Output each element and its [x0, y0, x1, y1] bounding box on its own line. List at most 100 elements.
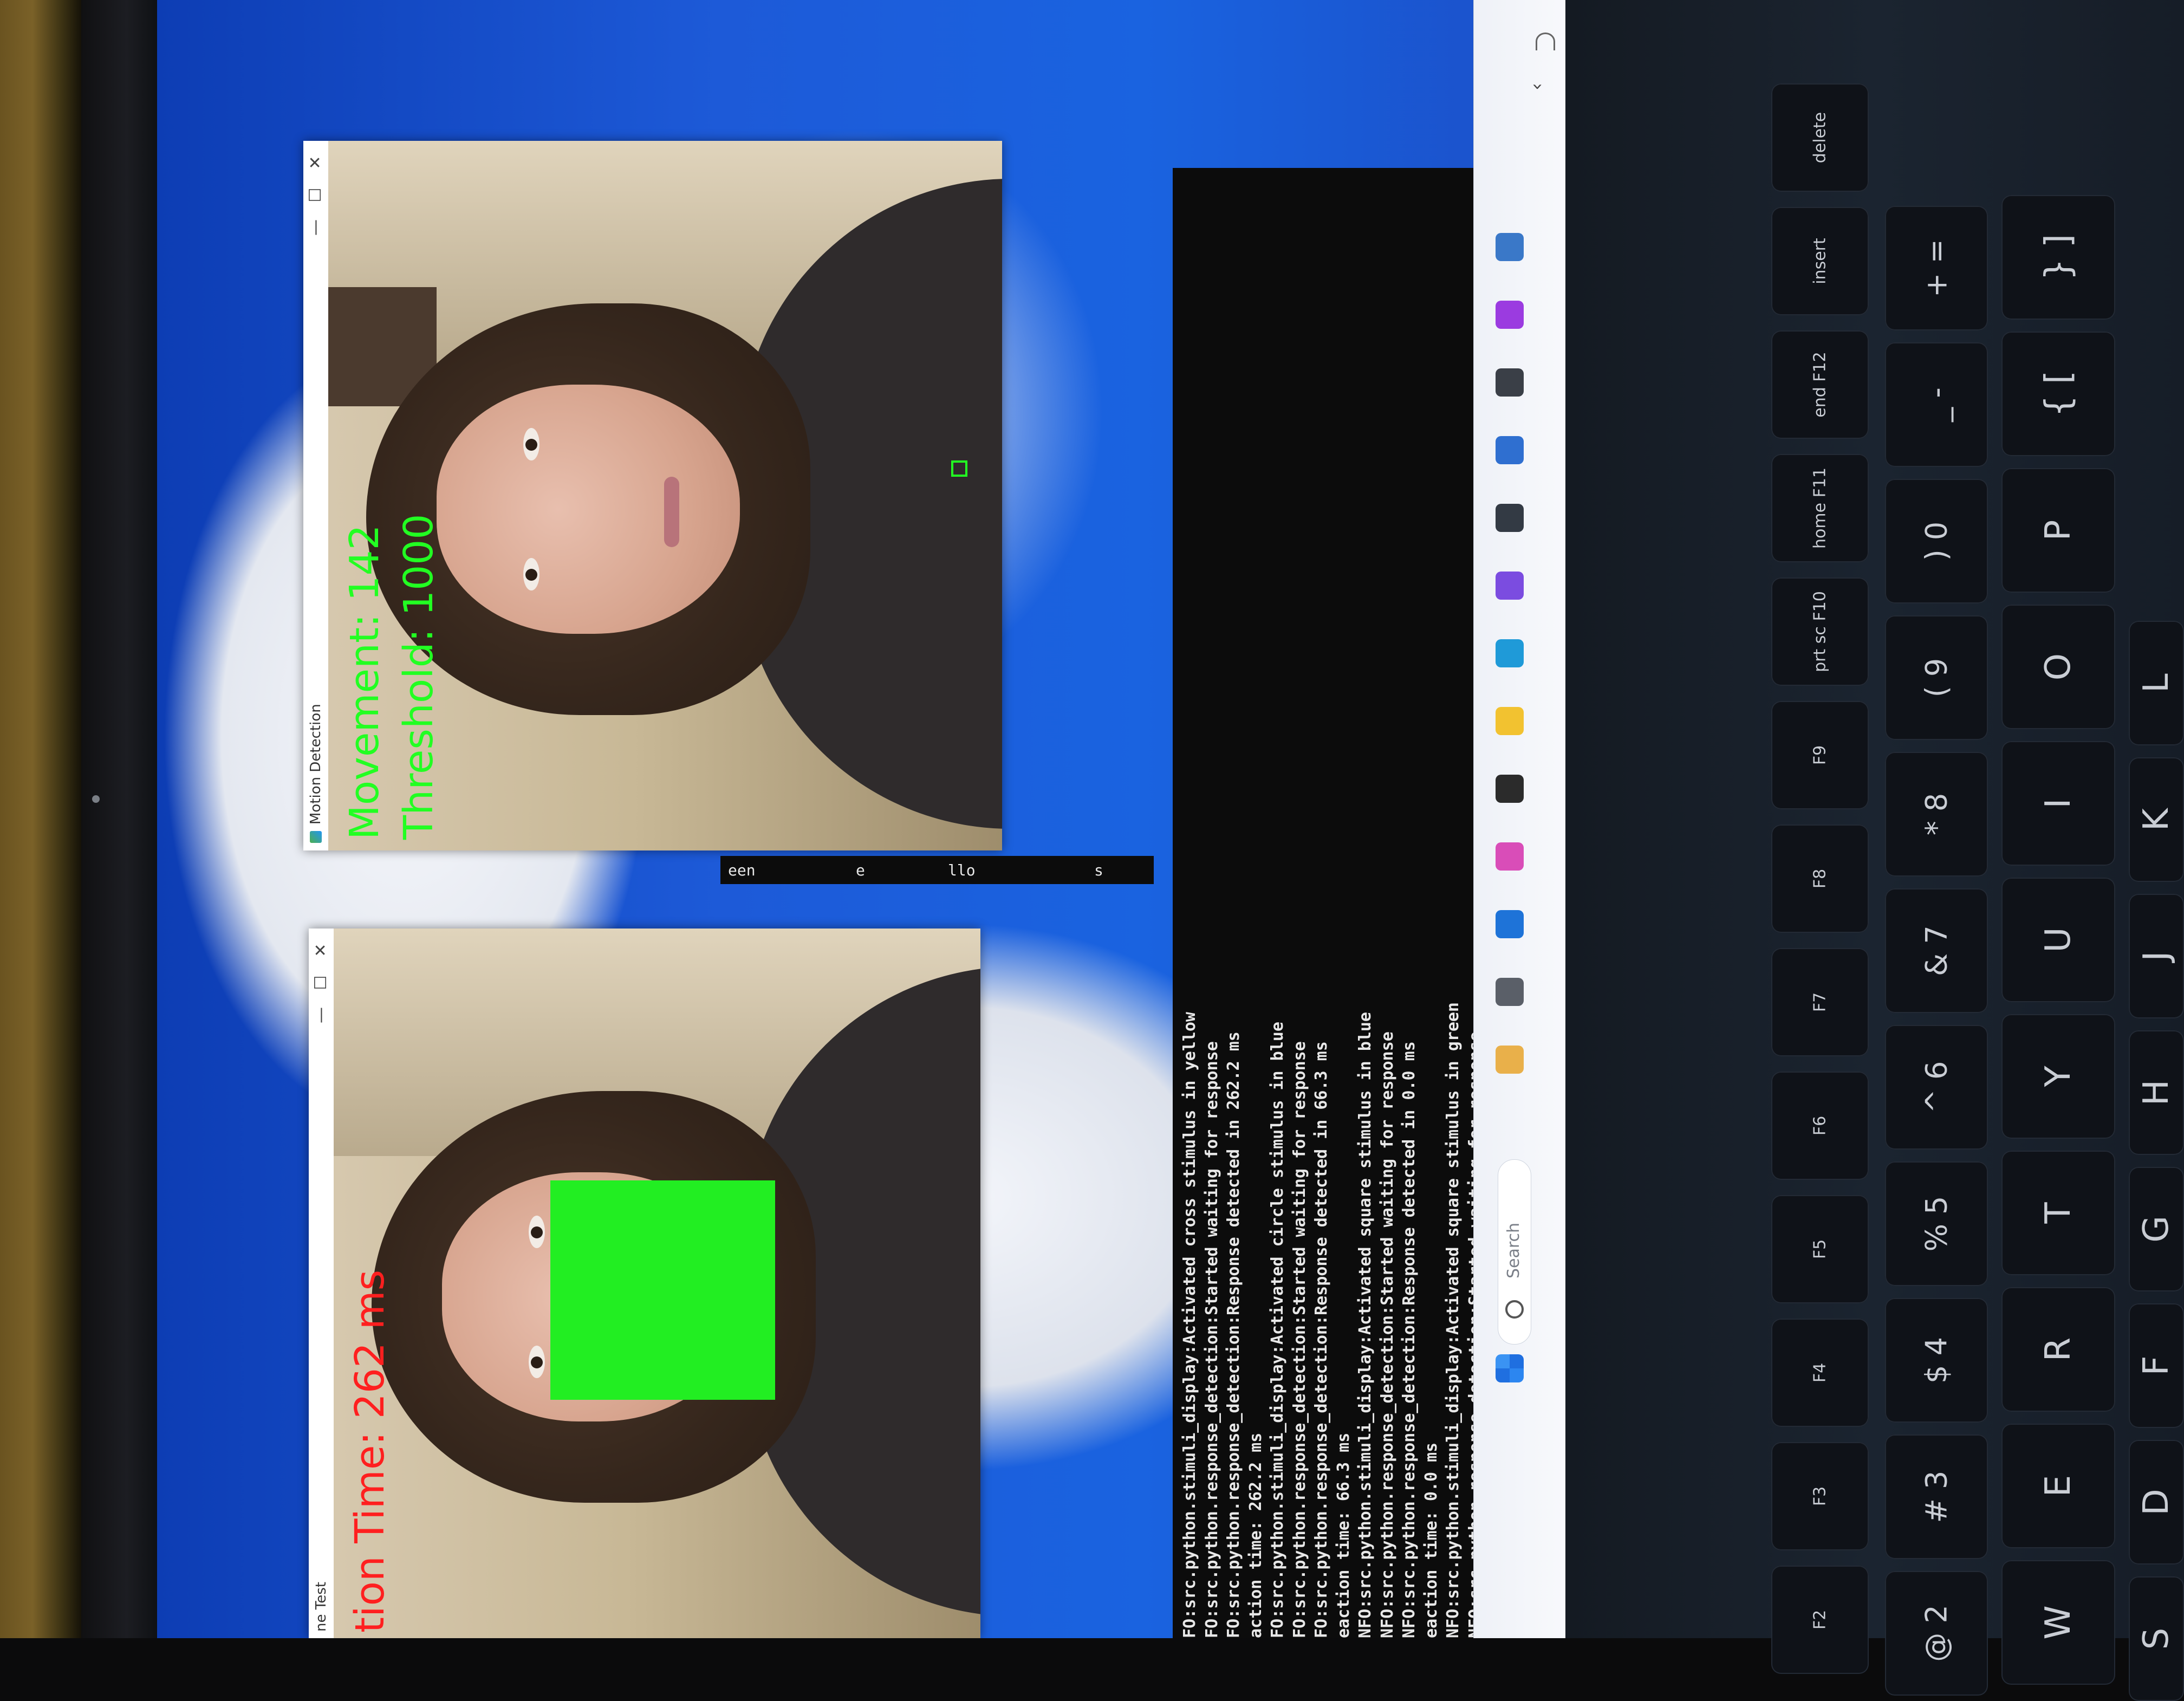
function_row-key[interactable]: F8 — [1771, 824, 1869, 933]
key-label: S — [2136, 1627, 2176, 1650]
person-eye — [523, 558, 540, 590]
file-explorer-icon[interactable] — [1496, 707, 1524, 735]
home_row-key[interactable]: F — [2129, 1303, 2184, 1428]
terminal-partial-line: e — [856, 861, 865, 879]
close-button[interactable]: ✕ — [303, 146, 328, 179]
wall-background — [0, 0, 81, 1638]
number_row-key[interactable]: @ 2 — [1885, 1571, 1988, 1696]
letter_row-key[interactable]: E — [2001, 1424, 2115, 1548]
letter_row-key[interactable]: T — [2001, 1151, 2115, 1275]
window-controls: — ☐ ✕ — [309, 934, 334, 1031]
wifi-icon[interactable] — [1536, 33, 1555, 50]
start-button[interactable] — [1496, 1354, 1524, 1382]
maximize-button[interactable]: ☐ — [309, 966, 334, 999]
home_row-key[interactable]: G — [2129, 1167, 2184, 1291]
home_row-key[interactable]: K — [2129, 757, 2184, 882]
chevron-up-icon[interactable]: ‹ — [1526, 83, 1548, 90]
text-app-icon[interactable] — [1496, 504, 1524, 532]
number_row-key[interactable]: + = — [1885, 206, 1988, 330]
key-label: $ 4 — [1919, 1337, 1954, 1384]
home_row-key[interactable]: H — [2129, 1030, 2184, 1155]
app-icon — [310, 831, 322, 843]
terminal-log-line: NFO:src.python.stimuli_display:Activated… — [1356, 1012, 1375, 1638]
letter_row-key[interactable]: I — [2001, 741, 2115, 866]
window-titlebar[interactable]: ne Test — ☐ ✕ — [309, 929, 334, 1638]
reaction-time-window[interactable]: ne Test — ☐ ✕ tion Time: 262 ms — [309, 929, 980, 1638]
function_row-key[interactable]: F3 — [1771, 1442, 1869, 1550]
terminal-log-line: eaction time: 0.0 ms — [1421, 1442, 1441, 1638]
terminal-log-line: FO:src.python.response_detection:Started… — [1290, 1041, 1309, 1638]
number_row-key[interactable]: ) 0 — [1885, 479, 1988, 603]
edge-icon[interactable] — [1496, 639, 1524, 667]
maximize-button[interactable]: ☐ — [303, 179, 328, 211]
key-label: ( 9 — [1919, 658, 1954, 698]
home_row-key[interactable]: J — [2129, 894, 2184, 1018]
function_row-key[interactable]: F2 — [1771, 1566, 1869, 1674]
number_row-key[interactable]: & 7 — [1885, 888, 1988, 1013]
window-titlebar[interactable]: Motion Detection — ☐ ✕ — [303, 141, 328, 851]
dell-icon[interactable] — [1496, 910, 1524, 938]
letter_row-key[interactable]: U — [2001, 878, 2115, 1002]
terminal-partial-strip: een e llo s — [720, 856, 1154, 884]
letter_row-key[interactable]: W — [2001, 1560, 2115, 1685]
copilot-icon[interactable] — [1496, 842, 1524, 871]
number_row-key[interactable]: _ - — [1885, 342, 1988, 467]
letter_row-key[interactable]: P — [2001, 468, 2115, 593]
number_row-key[interactable]: % 5 — [1885, 1161, 1988, 1286]
function_row-key[interactable]: F5 — [1771, 1195, 1869, 1303]
letter_row-key[interactable]: O — [2001, 605, 2115, 729]
motion-detection-window[interactable]: Motion Detection — ☐ ✕ Movement: 142 Thr… — [303, 141, 1002, 851]
function_row-key[interactable]: F7 — [1771, 948, 1869, 1056]
minimize-button[interactable]: — — [303, 211, 328, 244]
letter_row-key[interactable]: R — [2001, 1287, 2115, 1412]
terminal-log-line: FO:src.python.stimuli_display:Activated … — [1268, 1022, 1287, 1638]
letter_row-key[interactable]: Y — [2001, 1014, 2115, 1139]
function_row-key[interactable]: home F11 — [1771, 454, 1869, 562]
terminal-log-line: eaction time: 66.3 ms — [1334, 1432, 1353, 1638]
function_row-key[interactable]: F9 — [1771, 701, 1869, 809]
window-controls: — ☐ ✕ — [303, 146, 328, 244]
home_row-key[interactable]: L — [2129, 621, 2184, 745]
camera-feed: tion Time: 262 ms — [334, 929, 980, 1638]
motion-tracking-box — [951, 460, 967, 477]
photos-icon[interactable] — [1496, 368, 1524, 397]
number_row-key[interactable]: ^ 6 — [1885, 1025, 1988, 1150]
teams-icon[interactable] — [1496, 572, 1524, 600]
function_row-key[interactable]: F6 — [1771, 1072, 1869, 1180]
threshold-readout: Threshold: 1000 — [395, 514, 442, 840]
function_row-key[interactable]: F4 — [1771, 1319, 1869, 1427]
store-icon[interactable] — [1496, 436, 1524, 464]
key-label: F3 — [1810, 1486, 1830, 1507]
number_row-key[interactable]: $ 4 — [1885, 1298, 1988, 1423]
terminal-partial-line: s — [1094, 861, 1103, 879]
letter_row-key[interactable]: { [ — [2001, 332, 2115, 456]
number_row-key[interactable]: * 8 — [1885, 752, 1988, 877]
visual-studio-icon[interactable] — [1496, 301, 1524, 329]
key-label: + = — [1919, 239, 1954, 297]
key-label: E — [2038, 1475, 2078, 1497]
python-icon[interactable] — [1496, 233, 1524, 261]
function_row-key[interactable]: delete — [1771, 83, 1869, 192]
terminal-partial-line: een — [728, 861, 756, 879]
camera-feed: Movement: 142 Threshold: 1000 — [328, 141, 1002, 851]
home_row-key[interactable]: S — [2129, 1576, 2184, 1701]
key-label: insert — [1810, 238, 1830, 284]
terminal-log-line: NFO:src.python.response_detection:Starte… — [1377, 1031, 1397, 1638]
person-face — [437, 385, 740, 634]
number_row-key[interactable]: # 3 — [1885, 1434, 1988, 1559]
number_row-key[interactable]: ( 9 — [1885, 615, 1988, 740]
function_row-key[interactable]: prt sc F10 — [1771, 577, 1869, 686]
letter_row-key[interactable]: } ] — [2001, 195, 2115, 320]
function_row-key[interactable]: insert — [1771, 207, 1869, 315]
task-view-icon[interactable] — [1496, 978, 1524, 1006]
key-label: F2 — [1810, 1609, 1830, 1630]
function_row-key[interactable]: end F12 — [1771, 330, 1869, 439]
terminal-icon[interactable] — [1496, 775, 1524, 803]
close-button[interactable]: ✕ — [309, 934, 334, 966]
wallpaper-app-icon[interactable] — [1496, 1046, 1524, 1074]
movement-readout: Movement: 142 — [341, 524, 388, 840]
key-label: Y — [2038, 1066, 2078, 1087]
terminal-partial-line: llo — [948, 861, 976, 879]
home_row-key[interactable]: D — [2129, 1440, 2184, 1564]
minimize-button[interactable]: — — [309, 999, 334, 1031]
